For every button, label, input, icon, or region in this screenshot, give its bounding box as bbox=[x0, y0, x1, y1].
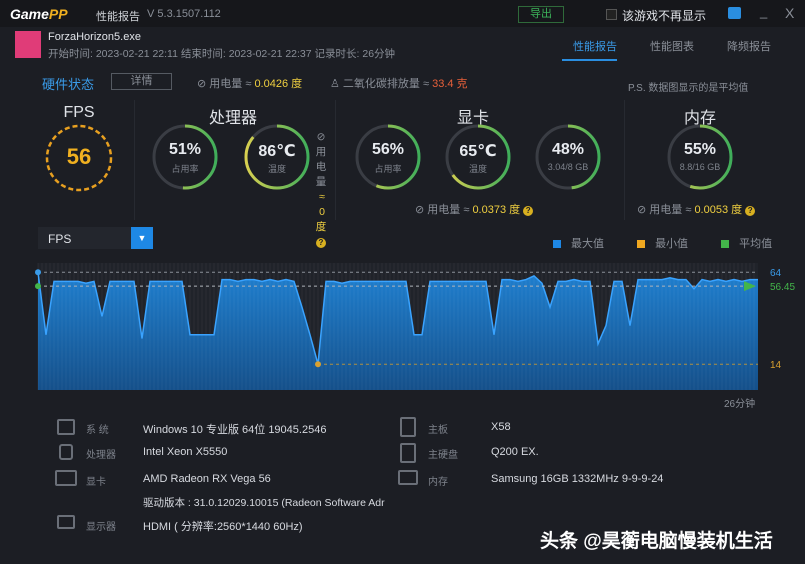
dont-show-label[interactable]: 该游戏不再显示 bbox=[622, 7, 706, 24]
cpu-usage-value: 51% bbox=[168, 141, 202, 158]
driver-version: 驱动版本 : 31.0.12029.10015 (Radeon Software… bbox=[143, 497, 385, 509]
fps-value: 56 bbox=[66, 144, 92, 169]
legend-swatch-max bbox=[553, 240, 561, 249]
divider bbox=[134, 100, 135, 220]
legend-swatch-avg bbox=[721, 240, 730, 249]
hardware-status-title: 硬件状态 bbox=[42, 77, 95, 92]
gpu-temp-gauge: 65℃ 温度 bbox=[443, 122, 513, 192]
fps-heading: FPS bbox=[63, 104, 95, 121]
max-line-marker bbox=[35, 269, 41, 276]
gpu-temp-value: 65℃ bbox=[459, 143, 497, 160]
cpu-power-text: 量 bbox=[315, 176, 327, 188]
gpu-usage-gauge: 56% 占用率 bbox=[353, 122, 423, 192]
disk-value: Q200 EX. bbox=[491, 446, 539, 458]
dont-show-checkbox[interactable] bbox=[606, 9, 617, 20]
memory-value: Samsung 16GB 1332MHz 9-9-9-24 bbox=[491, 473, 664, 485]
cpu-temp-gauge: 86℃ 温度 bbox=[242, 122, 312, 192]
metric-select[interactable]: FPS ▼ bbox=[38, 227, 153, 249]
legend: 最大值 最小值 平均值 bbox=[553, 235, 772, 251]
gpu-vram-gauge: 48% 3.04/8 GB bbox=[533, 122, 603, 192]
info-label: 显卡 bbox=[86, 477, 106, 488]
window-title: 性能报告 bbox=[96, 11, 140, 23]
info-label: 主板 bbox=[428, 425, 448, 436]
active-tab-underline bbox=[562, 59, 617, 61]
divider bbox=[335, 100, 336, 220]
cpu-power-value: ≈ 0 bbox=[319, 191, 325, 218]
x-axis-label: 26分钟 bbox=[724, 399, 756, 410]
help-icon[interactable]: ? bbox=[745, 206, 756, 216]
legend-min: 最小值 bbox=[655, 238, 689, 250]
cpu-power-text: 用电 bbox=[315, 146, 327, 173]
game-exe: ForzaHorizon5.exe bbox=[48, 31, 141, 43]
gpu-vram-label: 3.04/8 GB bbox=[547, 162, 589, 172]
watermark: 头条 @昊蘅电脑慢装机生活 bbox=[540, 531, 773, 552]
cpu-value: Intel Xeon X5550 bbox=[143, 446, 228, 458]
cpu-power: ⊘ 用电 量 ≈ 0 度 ? bbox=[313, 130, 329, 250]
display-value: HDMI ( 分辨率:2560*1440 60Hz) bbox=[143, 521, 303, 533]
memory-icon bbox=[398, 470, 418, 485]
gpu-usage-value: 56% bbox=[371, 141, 405, 158]
co2-emission: ♙ 二氧化碳排放量 ≈ 33.4 克 bbox=[330, 78, 468, 90]
gpu-vram-value: 48% bbox=[551, 141, 585, 158]
mem-power: ⊘ 用电量 ≈ 0.0053 度 ? bbox=[637, 201, 756, 217]
mem-gauge: 55% 8.8/16 GB bbox=[665, 122, 735, 192]
camera-icon[interactable] bbox=[728, 7, 741, 19]
details-button[interactable]: 详情 bbox=[111, 73, 172, 90]
chevron-down-icon[interactable]: ▼ bbox=[131, 227, 153, 249]
version: V 5.3.1507.112 bbox=[147, 8, 221, 20]
windows-icon bbox=[57, 419, 75, 435]
mem-label: 8.8/16 GB bbox=[679, 162, 721, 172]
metric-select-value: FPS bbox=[48, 232, 72, 246]
export-button[interactable]: 导出 bbox=[518, 6, 564, 23]
motherboard-value: X58 bbox=[491, 421, 511, 433]
title-bar: GamePP 性能报告 V 5.3.1507.112 导出 该游戏不再显示 _ … bbox=[0, 0, 805, 27]
max-line-label: 64 bbox=[770, 268, 782, 279]
cpu-temp-value: 86℃ bbox=[258, 143, 296, 160]
game-meta: 开始时间: 2023-02-21 22:11 结束时间: 2023-02-21 … bbox=[48, 48, 396, 60]
cpu-usage-label: 占用率 bbox=[171, 164, 199, 174]
min-line-label: 14 bbox=[770, 360, 782, 371]
monitor-icon bbox=[57, 515, 75, 529]
gpu-temp-label: 温度 bbox=[468, 164, 487, 174]
divider bbox=[624, 100, 625, 220]
os-value: Windows 10 专业版 64位 19045.2546 bbox=[143, 424, 327, 436]
gpu-value: AMD Radeon RX Vega 56 bbox=[143, 473, 271, 485]
fps-gauge: 56 bbox=[44, 123, 114, 193]
cpu-usage-gauge: 51% 占用率 bbox=[150, 122, 220, 192]
cpu-temp-label: 温度 bbox=[267, 164, 286, 174]
legend-max: 最大值 bbox=[571, 238, 604, 250]
cpu-power-unit: 度 bbox=[315, 221, 327, 233]
avg-line-marker bbox=[35, 283, 41, 290]
total-power: ⊘ 用电量 ≈ 0.0426 度 bbox=[197, 78, 303, 90]
gamepp-logo: GamePP bbox=[10, 6, 68, 22]
gpu-power: ⊘ 用电量 ≈ 0.0373 度 ? bbox=[415, 201, 534, 217]
motherboard-icon bbox=[400, 417, 416, 437]
gpu-usage-label: 占用率 bbox=[374, 164, 402, 174]
min-line-marker bbox=[315, 361, 321, 368]
info-label: 处理器 bbox=[86, 450, 116, 461]
help-icon[interactable]: ? bbox=[316, 238, 326, 248]
cpu-icon bbox=[59, 444, 73, 460]
disk-icon bbox=[400, 443, 416, 463]
fps-chart: 64 56.45 14 bbox=[35, 263, 795, 390]
tab-performance-report[interactable]: 性能报告 bbox=[573, 38, 617, 54]
info-label: 系 统 bbox=[86, 425, 109, 436]
minimize-button[interactable]: _ bbox=[760, 4, 767, 19]
info-label: 内存 bbox=[428, 477, 448, 488]
tab-throttle-report[interactable]: 降频报告 bbox=[727, 38, 771, 54]
power-icon: ⊘ bbox=[316, 131, 326, 143]
help-icon[interactable]: ? bbox=[523, 206, 534, 216]
gpu-icon bbox=[55, 470, 77, 486]
legend-avg: 平均值 bbox=[739, 238, 773, 250]
close-button[interactable]: X bbox=[785, 5, 794, 21]
legend-swatch-min bbox=[637, 240, 646, 249]
game-icon bbox=[15, 31, 41, 58]
info-label: 显示器 bbox=[86, 522, 116, 533]
mem-value: 55% bbox=[683, 141, 717, 158]
note: P.S. 数据图显示的是平均值 bbox=[628, 83, 749, 94]
avg-line-label: 56.45 bbox=[770, 282, 795, 293]
tab-performance-chart[interactable]: 性能图表 bbox=[650, 38, 694, 54]
info-label: 主硬盘 bbox=[428, 450, 458, 461]
